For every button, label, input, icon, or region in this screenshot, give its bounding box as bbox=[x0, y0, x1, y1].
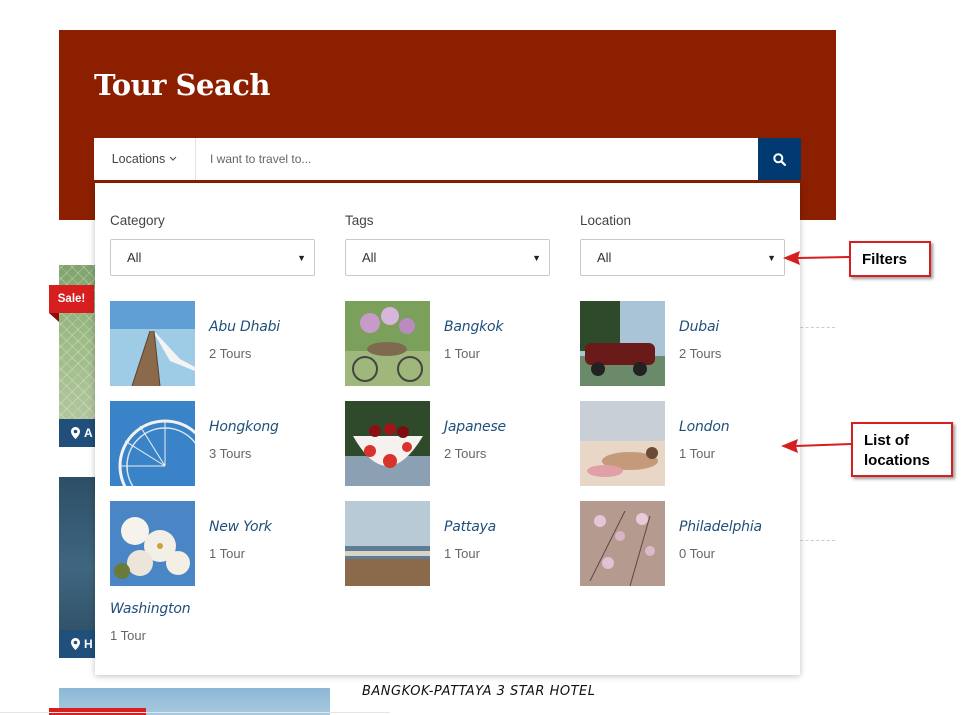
search-icon bbox=[773, 152, 786, 166]
caret-down-icon: ▼ bbox=[767, 252, 776, 263]
location-thumbnail bbox=[580, 401, 665, 486]
location-item-bangkok[interactable]: Bangkok 1 Tour bbox=[345, 301, 575, 387]
tags-select[interactable]: All ▼ bbox=[345, 239, 550, 276]
tags-filter: Tags All ▼ bbox=[345, 213, 550, 276]
location-item-pattaya[interactable]: Pattaya 1 Tour bbox=[345, 501, 575, 587]
locations-callout-line1: List of bbox=[864, 432, 909, 449]
category-select-value: All bbox=[127, 250, 142, 265]
search-input[interactable] bbox=[196, 138, 758, 180]
location-name: London bbox=[679, 419, 730, 435]
location-select-value: All bbox=[597, 250, 612, 265]
location-tour-count: 0 Tour bbox=[679, 546, 715, 561]
tour-title-link[interactable]: BANGKOK-PATTAYA 3 STAR HOTEL bbox=[362, 684, 595, 699]
location-name: New York bbox=[209, 519, 272, 535]
location-tour-count: 2 Tours bbox=[679, 346, 722, 361]
location-thumbnail bbox=[110, 401, 195, 486]
location-item-new-york[interactable]: New York 1 Tour bbox=[110, 501, 340, 587]
chevron-down-icon bbox=[169, 156, 177, 161]
location-tour-count: 1 Tour bbox=[444, 346, 480, 361]
locations-dropdown-panel: Category All ▼ Tags All ▼ Location All ▼ bbox=[95, 183, 800, 675]
location-label: Location bbox=[580, 213, 632, 228]
locations-callout-line2: locations bbox=[864, 452, 930, 469]
sale-badge: Sale! bbox=[49, 285, 94, 322]
location-name: Abu Dhabi bbox=[209, 319, 280, 335]
location-select[interactable]: All ▼ bbox=[580, 239, 785, 276]
search-button[interactable] bbox=[758, 138, 801, 180]
location-tour-count: 1 Tour bbox=[679, 446, 715, 461]
tags-select-value: All bbox=[362, 250, 377, 265]
locations-dropdown-button[interactable]: Locations bbox=[94, 138, 196, 180]
category-select[interactable]: All ▼ bbox=[110, 239, 315, 276]
location-thumbnail bbox=[345, 301, 430, 386]
card-location-text: A bbox=[84, 426, 93, 440]
locations-label: Locations bbox=[111, 152, 166, 166]
location-thumbnail bbox=[345, 501, 430, 586]
location-name: Dubai bbox=[679, 319, 720, 335]
card-location-text: H bbox=[84, 637, 93, 651]
location-thumbnail bbox=[345, 401, 430, 486]
location-name: Washington bbox=[110, 601, 191, 617]
location-name: Japanese bbox=[444, 419, 506, 435]
divider bbox=[0, 712, 390, 713]
location-thumbnail bbox=[110, 501, 195, 586]
location-thumbnail bbox=[110, 301, 195, 386]
location-item-hongkong[interactable]: Hongkong 3 Tours bbox=[110, 401, 340, 487]
location-item-abu-dhabi[interactable]: Abu Dhabi 2 Tours bbox=[110, 301, 340, 387]
location-tour-count: 2 Tours bbox=[209, 346, 252, 361]
location-name: Hongkong bbox=[209, 419, 279, 435]
location-tour-count: 1 Tour bbox=[209, 546, 245, 561]
locations-arrow-icon bbox=[781, 439, 852, 453]
search-bar: Locations bbox=[94, 138, 801, 180]
filters-callout: Filters bbox=[849, 241, 931, 277]
location-name: Philadelphia bbox=[679, 519, 762, 535]
tags-label: Tags bbox=[345, 213, 374, 228]
location-tour-count: 1 Tour bbox=[110, 628, 146, 643]
page-title: Tour Seach bbox=[94, 68, 270, 102]
locations-callout: List of locations bbox=[851, 422, 953, 477]
location-item-japanese[interactable]: Japanese 2 Tours bbox=[345, 401, 575, 487]
location-thumbnail bbox=[580, 501, 665, 586]
location-filter: Location All ▼ bbox=[580, 213, 785, 276]
location-item-philadelphia[interactable]: Philadelphia 0 Tour bbox=[580, 501, 810, 587]
location-name: Pattaya bbox=[444, 519, 497, 535]
location-thumbnail bbox=[580, 301, 665, 386]
tour-card-image[interactable]: H bbox=[59, 477, 97, 658]
location-item-dubai[interactable]: Dubai 2 Tours bbox=[580, 301, 810, 387]
category-label: Category bbox=[110, 213, 165, 228]
location-name: Bangkok bbox=[444, 319, 504, 335]
location-item-london[interactable]: London 1 Tour bbox=[580, 401, 810, 487]
card-location-strip: A bbox=[59, 419, 97, 447]
filters-arrow-icon bbox=[783, 251, 850, 265]
location-tour-count: 1 Tour bbox=[444, 546, 480, 561]
map-pin-icon bbox=[71, 427, 80, 439]
category-filter: Category All ▼ bbox=[110, 213, 315, 276]
caret-down-icon: ▼ bbox=[297, 252, 306, 263]
caret-down-icon: ▼ bbox=[532, 252, 541, 263]
location-item-washington[interactable]: Washington 1 Tour bbox=[110, 601, 340, 687]
map-pin-icon bbox=[71, 638, 80, 650]
location-tour-count: 3 Tours bbox=[209, 446, 252, 461]
filters-callout-text: Filters bbox=[862, 250, 908, 268]
location-tour-count: 2 Tours bbox=[444, 446, 487, 461]
card-location-strip: H bbox=[59, 630, 97, 658]
